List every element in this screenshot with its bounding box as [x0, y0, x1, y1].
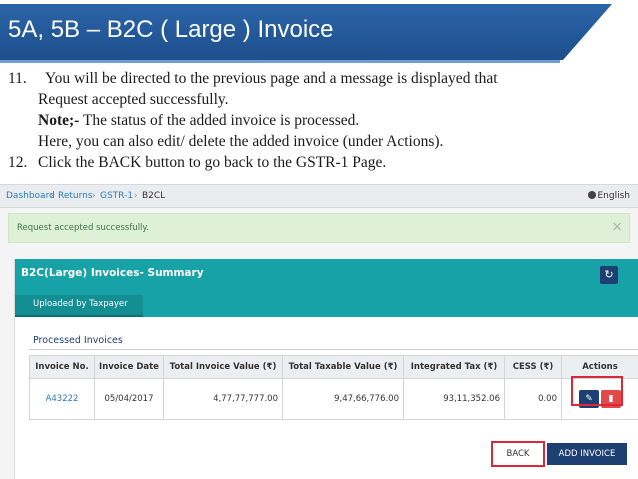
tab-uploaded-by-taxpayer[interactable]: Uploaded by Taxpayer — [15, 295, 143, 317]
column-header: Invoice No. — [30, 356, 95, 379]
actions-highlight — [571, 376, 623, 406]
step-12-number: 12. — [8, 152, 27, 173]
breadcrumb-b2cl: B2CL — [142, 191, 165, 201]
table-row: A43222 05/04/2017 4,77,77,777.00 9,47,66… — [30, 379, 638, 420]
note-text: The status of the added invoice is proce… — [79, 112, 359, 129]
breadcrumb-separator: › — [92, 191, 96, 201]
breadcrumb-returns[interactable]: Returns — [58, 191, 93, 201]
invoice-table: Invoice No. Invoice Date Total Invoice V… — [29, 355, 638, 420]
note-label: Note;- — [38, 112, 79, 129]
gst-portal-screenshot: Dashboard › Returns › GSTR-1 › B2CL Engl… — [0, 184, 638, 479]
integrated-tax-cell: 93,11,352.06 — [404, 379, 505, 420]
breadcrumb: Dashboard › Returns › GSTR-1 › B2CL Engl… — [0, 185, 638, 208]
total-invoice-value-cell: 4,77,77,777.00 — [164, 379, 283, 420]
invoice-date-cell: 05/04/2017 — [95, 379, 164, 420]
add-invoice-button[interactable]: ADD INVOICE — [547, 443, 627, 465]
language-label: English — [598, 191, 631, 201]
alert-message: Request accepted successfully. — [17, 223, 149, 233]
refresh-icon: ↻ — [604, 268, 613, 281]
column-header: Integrated Tax (₹) — [404, 356, 505, 379]
column-header: Total Invoice Value (₹) — [164, 356, 283, 379]
invoice-no-cell[interactable]: A43222 — [30, 379, 95, 420]
total-taxable-value-cell: 9,47,66,776.00 — [283, 379, 404, 420]
section-divider — [29, 349, 638, 350]
column-header: Total Taxable Value (₹) — [283, 356, 404, 379]
breadcrumb-gstr1[interactable]: GSTR-1 — [100, 191, 133, 201]
globe-icon — [588, 191, 596, 199]
refresh-button[interactable]: ↻ — [600, 266, 618, 284]
section-title: Processed Invoices — [33, 335, 123, 346]
table-header-row: Invoice No. Invoice Date Total Invoice V… — [30, 356, 638, 379]
language-selector[interactable]: English — [588, 191, 631, 201]
back-button[interactable]: BACK — [497, 447, 539, 461]
breadcrumb-separator: › — [134, 191, 138, 201]
step-11-line-1: You will be directed to the previous pag… — [45, 68, 498, 89]
column-header: CESS (₹) — [505, 356, 562, 379]
banner-underline — [0, 60, 560, 63]
step-11-line-2: Request accepted successfully. — [38, 89, 229, 110]
step-11-note: Note;- The status of the added invoice i… — [38, 110, 359, 131]
close-icon[interactable]: × — [611, 219, 623, 235]
step-11-number: 11. — [8, 68, 27, 89]
panel-title: B2C(Large) Invoices- Summary — [21, 267, 204, 279]
panel-header: B2C(Large) Invoices- Summary ↻ Uploaded … — [15, 259, 638, 317]
back-highlight: BACK — [491, 441, 545, 467]
summary-panel: B2C(Large) Invoices- Summary ↻ Uploaded … — [14, 259, 638, 479]
success-alert: Request accepted successfully. × — [8, 213, 630, 243]
breadcrumb-dashboard[interactable]: Dashboard — [6, 191, 55, 201]
slide-title: 5A, 5B – B2C ( Large ) Invoice — [8, 16, 334, 44]
step-12-text: Click the BACK button to go back to the … — [38, 152, 386, 173]
slide-banner: 5A, 5B – B2C ( Large ) Invoice — [0, 0, 638, 64]
cess-cell: 0.00 — [505, 379, 562, 420]
breadcrumb-separator: › — [50, 191, 54, 201]
invoice-no-link[interactable]: A43222 — [46, 394, 79, 404]
step-11-line-4: Here, you can also edit/ delete the adde… — [38, 131, 443, 152]
column-header: Invoice Date — [95, 356, 164, 379]
